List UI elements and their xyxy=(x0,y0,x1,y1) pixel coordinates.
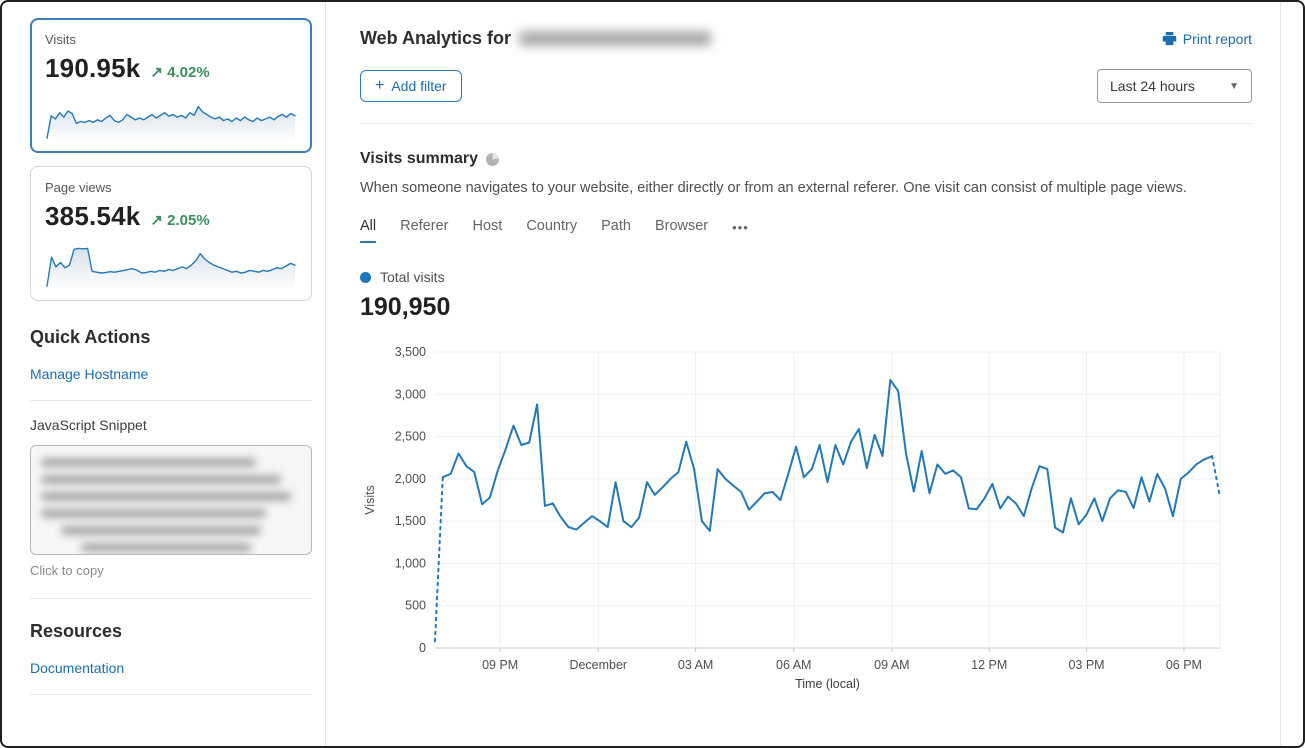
visits-card-value: 190.95k xyxy=(45,53,140,84)
divider xyxy=(30,598,312,599)
divider xyxy=(30,694,312,695)
svg-text:0: 0 xyxy=(419,641,426,655)
summary-tabs: All Referer Host Country Path Browser ••• xyxy=(360,218,1252,243)
svg-text:03 AM: 03 AM xyxy=(678,658,713,672)
visits-stat-card[interactable]: Visits 190.95k ↗ 4.02% xyxy=(30,18,312,153)
resources-heading: Resources xyxy=(30,621,311,642)
quick-actions-heading: Quick Actions xyxy=(30,327,311,348)
tab-all[interactable]: All xyxy=(360,218,376,243)
javascript-snippet-box-redacted[interactable] xyxy=(30,445,312,555)
printer-icon xyxy=(1162,31,1177,46)
total-visits-value: 190,950 xyxy=(360,293,1252,322)
more-tabs-button[interactable]: ••• xyxy=(732,220,749,242)
svg-text:1,000: 1,000 xyxy=(395,556,426,570)
svg-text:09 AM: 09 AM xyxy=(874,658,909,672)
page-title: Web Analytics for xyxy=(360,28,711,49)
pageviews-sparkline-chart xyxy=(45,240,297,292)
svg-text:500: 500 xyxy=(405,599,426,613)
svg-text:3,000: 3,000 xyxy=(395,387,426,401)
visits-card-delta: ↗ 4.02% xyxy=(150,63,209,81)
svg-text:1,500: 1,500 xyxy=(395,514,426,528)
svg-text:03 PM: 03 PM xyxy=(1068,658,1104,672)
add-filter-button[interactable]: + Add filter xyxy=(360,70,462,102)
site-domain-redacted xyxy=(519,31,711,46)
svg-text:06 AM: 06 AM xyxy=(776,658,811,672)
svg-text:12 PM: 12 PM xyxy=(971,658,1007,672)
javascript-snippet-label: JavaScript Snippet xyxy=(30,417,311,433)
visits-summary-title: Visits summary xyxy=(360,150,478,168)
legend-dot-icon xyxy=(360,272,371,283)
pageviews-card-label: Page views xyxy=(45,180,297,195)
manage-hostname-link[interactable]: Manage Hostname xyxy=(30,366,148,382)
legend-label: Total visits xyxy=(380,269,445,285)
tab-referer[interactable]: Referer xyxy=(400,218,448,243)
pageviews-card-value: 385.54k xyxy=(45,201,140,232)
app-window: Visits 190.95k ↗ 4.02% Page views 385.54… xyxy=(0,0,1305,748)
pageviews-card-delta: ↗ 2.05% xyxy=(150,211,209,229)
pie-chart-icon xyxy=(486,153,499,166)
plus-icon: + xyxy=(375,78,384,94)
redacted-code-lines xyxy=(41,458,301,552)
tab-country[interactable]: Country xyxy=(526,218,577,243)
visits-sparkline-chart xyxy=(45,92,297,144)
visits-summary-section: Visits summary When someone navigates to… xyxy=(360,124,1252,694)
tab-path[interactable]: Path xyxy=(601,218,631,243)
print-report-button[interactable]: Print report xyxy=(1162,31,1252,47)
chevron-down-icon: ▼ xyxy=(1229,81,1239,92)
svg-text:09 PM: 09 PM xyxy=(482,658,518,672)
svg-text:Time (local): Time (local) xyxy=(795,677,860,691)
tab-host[interactable]: Host xyxy=(472,218,502,243)
svg-text:2,500: 2,500 xyxy=(395,430,426,444)
visits-summary-description: When someone navigates to your website, … xyxy=(360,180,1252,196)
chart-legend: Total visits xyxy=(360,269,1252,285)
tab-browser[interactable]: Browser xyxy=(655,218,708,243)
documentation-link[interactable]: Documentation xyxy=(30,660,124,676)
svg-text:3,500: 3,500 xyxy=(395,345,426,359)
visits-card-label: Visits xyxy=(45,32,297,47)
svg-text:2,000: 2,000 xyxy=(395,472,426,486)
trend-up-icon: ↗ xyxy=(150,64,163,81)
pageviews-stat-card[interactable]: Page views 385.54k ↗ 2.05% xyxy=(30,166,312,301)
divider xyxy=(30,400,312,401)
time-range-dropdown[interactable]: Last 24 hours ▼ xyxy=(1097,69,1252,103)
svg-text:Visits: Visits xyxy=(363,485,377,515)
visits-line-chart[interactable]: 0 500 1,000 1,500 2,000 2,500 3,000 3,500 09 PM D… xyxy=(360,338,1242,694)
svg-text:06 PM: 06 PM xyxy=(1166,658,1202,672)
main-content: Web Analytics for Print report + Add fil… xyxy=(326,2,1281,746)
sidebar: Visits 190.95k ↗ 4.02% Page views 385.54… xyxy=(2,2,326,746)
svg-text:December: December xyxy=(569,658,627,672)
trend-up-icon: ↗ xyxy=(150,212,163,229)
click-to-copy-hint: Click to copy xyxy=(30,563,311,578)
